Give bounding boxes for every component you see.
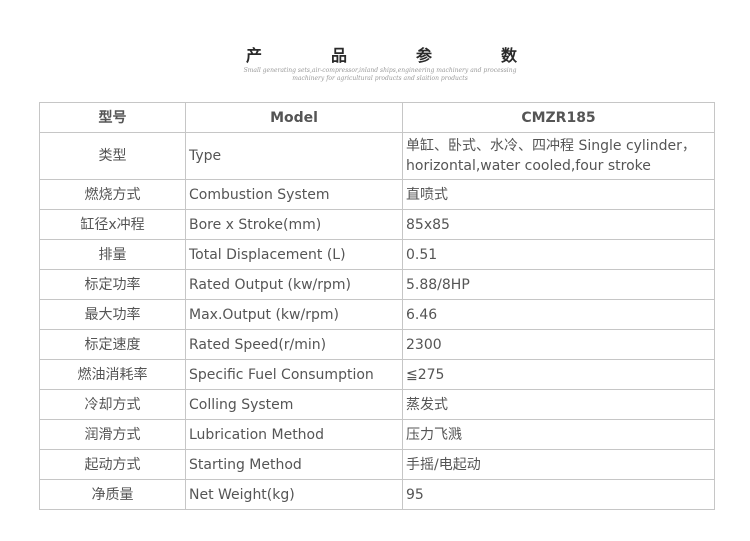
table-row: 缸径x冲程 Bore x Stroke(mm) 85x85 <box>39 209 715 240</box>
cell-cn-label: 净质量 <box>39 479 186 510</box>
header-cell: Model <box>185 102 403 133</box>
cell-en-label: Colling System <box>185 389 403 420</box>
cell-cn-label: 缸径x冲程 <box>39 209 186 240</box>
specs-table: 型号 Model CMZR185 类型 Type 单缸、卧式、水冷、四冲程 Si… <box>39 102 715 510</box>
cell-cn-label: 起动方式 <box>39 449 186 480</box>
cell-en-label: Type <box>185 132 403 180</box>
cell-value: 85x85 <box>402 209 715 240</box>
cell-value: 单缸、卧式、水冷、四冲程 Single cylinder，horizontal,… <box>402 132 715 180</box>
cell-value: 0.51 <box>402 239 715 270</box>
page-title: 产 品 参 数 <box>0 44 750 68</box>
table-row: 标定速度 Rated Speed(r/min) 2300 <box>39 329 715 360</box>
cell-en-label: Rated Speed(r/min) <box>185 329 403 360</box>
cell-en-label: Rated Output (kw/rpm) <box>185 269 403 300</box>
table-row: 冷却方式 Colling System 蒸发式 <box>39 389 715 420</box>
cell-cn-label: 标定速度 <box>39 329 186 360</box>
cell-value: 2300 <box>402 329 715 360</box>
title-char: 参 <box>415 46 433 65</box>
cell-cn-label: 最大功率 <box>39 299 186 330</box>
table-row: 润滑方式 Lubrication Method 压力飞溅 <box>39 419 715 450</box>
cell-cn-label: 标定功率 <box>39 269 186 300</box>
cell-en-label: Max.Output (kw/rpm) <box>185 299 403 330</box>
table-row: 燃油消耗率 Specific Fuel Consumption ≦275 <box>39 359 715 390</box>
subtitle-line: machinery for agricultural products and … <box>292 75 468 82</box>
cell-value: 95 <box>402 479 715 510</box>
cell-en-label: Specific Fuel Consumption <box>185 359 403 390</box>
cell-cn-label: 排量 <box>39 239 186 270</box>
cell-value: ≦275 <box>402 359 715 390</box>
cell-cn-label: 燃烧方式 <box>39 179 186 210</box>
cell-value: 5.88/8HP <box>402 269 715 300</box>
table-row: 燃烧方式 Combustion System 直喷式 <box>39 179 715 210</box>
title-char: 数 <box>500 46 518 65</box>
table-row: 净质量 Net Weight(kg) 95 <box>39 479 715 510</box>
title-char: 品 <box>330 46 348 65</box>
cell-value: 压力飞溅 <box>402 419 715 450</box>
title-char: 产 <box>245 46 263 65</box>
page-subtitle: Small generating sets,air-compressor,inl… <box>200 67 560 83</box>
cell-en-label: Net Weight(kg) <box>185 479 403 510</box>
table-row: 类型 Type 单缸、卧式、水冷、四冲程 Single cylinder，hor… <box>39 132 715 180</box>
cell-value: 6.46 <box>402 299 715 330</box>
table-row: 排量 Total Displacement (L) 0.51 <box>39 239 715 270</box>
cell-en-label: Lubrication Method <box>185 419 403 450</box>
table-row: 最大功率 Max.Output (kw/rpm) 6.46 <box>39 299 715 330</box>
header-cell: 型号 <box>39 102 186 133</box>
cell-en-label: Combustion System <box>185 179 403 210</box>
cell-cn-label: 燃油消耗率 <box>39 359 186 390</box>
table-header-row: 型号 Model CMZR185 <box>39 102 715 133</box>
table-row: 起动方式 Starting Method 手摇/电起动 <box>39 449 715 480</box>
table-row: 标定功率 Rated Output (kw/rpm) 5.88/8HP <box>39 269 715 300</box>
cell-en-label: Total Displacement (L) <box>185 239 403 270</box>
cell-value: 手摇/电起动 <box>402 449 715 480</box>
cell-cn-label: 类型 <box>39 132 186 180</box>
cell-en-label: Starting Method <box>185 449 403 480</box>
subtitle-line: Small generating sets,air-compressor,inl… <box>243 67 517 74</box>
cell-value: 直喷式 <box>402 179 715 210</box>
cell-cn-label: 润滑方式 <box>39 419 186 450</box>
cell-value: 蒸发式 <box>402 389 715 420</box>
cell-en-label: Bore x Stroke(mm) <box>185 209 403 240</box>
header-cell: CMZR185 <box>402 102 715 133</box>
cell-cn-label: 冷却方式 <box>39 389 186 420</box>
